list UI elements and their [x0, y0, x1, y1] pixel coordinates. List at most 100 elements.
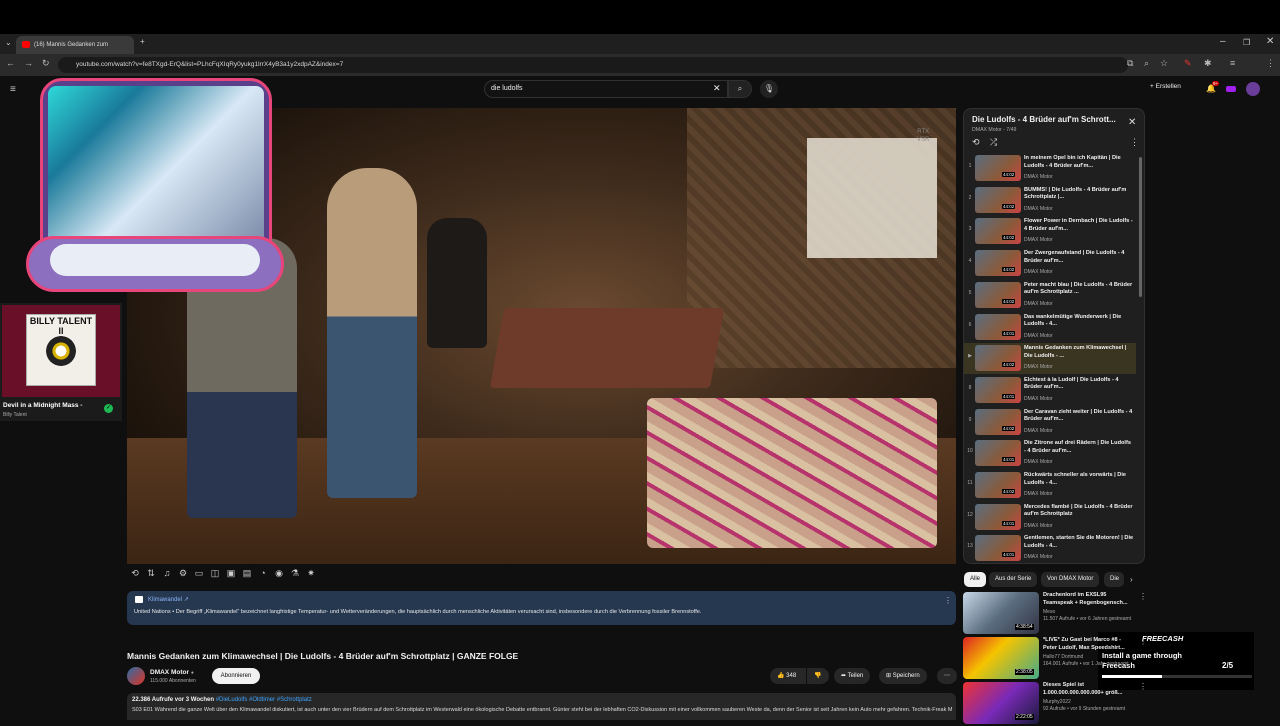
playlist-item[interactable]: 8 44:01 Elchtest à la Ludolf | Die Ludolfs… — [964, 375, 1136, 406]
settings-gear-icon[interactable]: ✷ — [303, 568, 319, 579]
playlist-item-index: 4 — [968, 258, 972, 265]
playlist-item[interactable]: 12 44:01 Mercedes flambé | Die Ludolfs - 4… — [964, 502, 1136, 533]
share-button[interactable]: ➦ Teilen — [834, 668, 871, 684]
playlist-item-title: In meinem Opel bin ich Kapitän | Die Lud… — [1024, 155, 1121, 169]
more-actions-icon[interactable]: ⋯ — [937, 668, 957, 684]
playlist-item-duration: 44:02 — [1002, 489, 1016, 494]
recommendation-meta: Murphy2022 92 Aufrufe • vor 9 Stunden ges… — [1043, 699, 1143, 712]
chip-all[interactable]: Alle — [964, 572, 987, 587]
cinema-icon[interactable]: ▭ — [191, 568, 207, 579]
info-panel-text: United Nations • Der Begriff „Klimawande… — [134, 609, 702, 615]
playlist-close-icon[interactable]: ✕ — [1128, 117, 1136, 128]
info-panel-tag-label: Klimawandel — [148, 597, 183, 603]
new-tab-icon[interactable]: + — [140, 37, 145, 46]
flask-icon[interactable]: ⚗ — [287, 568, 303, 579]
playlist-item-title: Flower Power in Dernbach | Die Ludolfs -… — [1024, 218, 1133, 232]
account-avatar[interactable] — [1246, 82, 1260, 96]
hamburger-menu-icon[interactable]: ≡ — [10, 84, 16, 95]
playlist-item[interactable]: 6 44:01 Das wankelmütige Wunderwerk | Die … — [964, 312, 1136, 343]
recommendation-title: Drachenlord im EXSL95 Teamspeak + Regenb… — [1043, 592, 1128, 606]
subscribe-button[interactable]: Abonnieren — [212, 668, 260, 684]
clear-search-icon[interactable]: ✕ — [713, 83, 721, 94]
voice-search-icon[interactable]: 🎙 — [760, 80, 778, 98]
channel-avatar[interactable] — [127, 667, 145, 685]
chip-more[interactable]: Die — [1104, 572, 1124, 587]
playlist-shuffle-icon[interactable]: ⤮ — [990, 137, 997, 148]
extensions-puzzle-icon[interactable]: ✱ — [1204, 58, 1212, 69]
recommendation-more-icon[interactable]: ⋮ — [1139, 592, 1147, 601]
extension-icon[interactable]: ✎ — [1184, 58, 1192, 69]
zoom-icon[interactable]: ⌕ — [1144, 58, 1149, 69]
playlist-item[interactable]: 13 44:01 Gentlemen, starten Sie die Motore… — [964, 533, 1136, 564]
playlist-item-thumbnail — [975, 345, 1021, 372]
bookmark-star-icon[interactable]: ☆ — [1160, 58, 1168, 69]
sidebar-icon[interactable]: ≡ — [1230, 58, 1235, 68]
hashtags[interactable]: #DieLudolfs #Oldtimer #Schrottplatz — [216, 697, 312, 703]
playlist-menu-icon[interactable]: ⋮ — [1130, 137, 1139, 148]
search-input[interactable]: die ludolfs — [484, 80, 728, 98]
external-link-icon: ↗ — [183, 597, 189, 603]
stats-icon[interactable]: ◔ — [255, 568, 271, 578]
miniplayer-icon[interactable]: ▣ — [223, 568, 239, 579]
playlist-item[interactable]: 3 44:02 Flower Power in Dernbach | Die Lud… — [964, 216, 1136, 247]
chip-series[interactable]: Aus der Serie — [989, 572, 1038, 587]
dislike-button[interactable]: 👎 — [807, 668, 829, 684]
speed-icon[interactable]: ⇅ — [143, 568, 159, 579]
back-icon[interactable]: ← — [6, 58, 15, 68]
create-button[interactable]: + Erstellen — [1150, 83, 1181, 90]
loop-icon[interactable]: ⟲ — [127, 568, 143, 579]
playlist-item-index: 12 — [967, 511, 973, 518]
playlist-item[interactable]: 4 44:02 Der Zwergenaufstand | Die Ludolfs … — [964, 248, 1136, 279]
playlist-loop-icon[interactable]: ⟲ — [972, 137, 980, 148]
premium-icon[interactable] — [1226, 86, 1236, 92]
browser-tab[interactable]: (16) Mannis Gedanken zum — [16, 36, 134, 54]
playlist-scrollbar[interactable] — [1139, 157, 1142, 297]
recommendation-item[interactable]: 2:22:05 Dieses Spiel ist 1.000.000.000.00… — [963, 682, 1147, 726]
channel-name[interactable]: DMAX Motor ● — [150, 669, 194, 676]
playlist-item-title: Elchtest à la Ludolf | Die Ludolfs - 4 B… — [1024, 376, 1119, 391]
browser-menu-icon[interactable]: ⋮ — [1266, 58, 1275, 69]
search-button[interactable]: ⌕ — [728, 80, 752, 98]
audio-icon[interactable]: ♫ — [159, 568, 175, 578]
screenshot-icon[interactable]: ▤ — [239, 568, 255, 579]
camera-icon[interactable]: ◉ — [271, 568, 287, 579]
playlist-item[interactable]: 11 44:02 Rückwärts schneller als vorwärts … — [964, 470, 1136, 501]
playlist-item-duration: 44:01 — [1002, 393, 1016, 399]
maximize-icon[interactable]: ❐ — [1243, 38, 1250, 47]
freecash-brand: FREECASH — [1142, 634, 1184, 643]
recommendation-views: 92 Aufrufe • vor 9 Stunden gestreamt — [1043, 705, 1126, 712]
playlist-item[interactable]: 9 44:02 Der Caravan zieht weiter | Die Lud… — [964, 407, 1136, 438]
save-button[interactable]: ⊞ Speichern — [879, 668, 927, 684]
playlist-item-thumbnail — [975, 472, 1021, 498]
playlist-item[interactable]: 5 44:02 Peter macht blau | Die Ludolfs - 4… — [964, 280, 1136, 311]
playlist-item-thumbnail — [975, 408, 1021, 435]
playlist-item-index: 6 — [968, 321, 972, 328]
tab-list-icon[interactable]: ⌄ — [5, 38, 12, 47]
album-title: BILLY TALENT II — [29, 316, 93, 336]
playlist-item-thumbnail — [975, 503, 1021, 530]
like-button[interactable]: 👍 348 — [770, 668, 806, 684]
recommendation-item[interactable]: 2:38:05 *LIVE* Zu Gast bei Marco #8 - Pet… — [963, 637, 1147, 681]
pip-icon[interactable]: ◫ — [207, 568, 223, 579]
recommendation-more-icon[interactable]: ⋮ — [1139, 682, 1147, 691]
chip-channel[interactable]: Von DMAX Motor — [1041, 572, 1100, 587]
filter-icon[interactable]: ⚙ — [175, 568, 191, 579]
info-panel-more-icon[interactable]: ⋮ — [944, 596, 952, 605]
playlist-item[interactable]: ▶ 44:02 Mannis Gedanken zum Klimawechsel |… — [964, 343, 1136, 375]
recommendation-more-icon[interactable]: ⋮ — [1139, 637, 1147, 646]
recommendation-item[interactable]: 4:38:54 Drachenlord im EXSL95 Teamspeak +… — [963, 592, 1147, 636]
playlist-item[interactable]: 10 44:01 Die Zitrone auf drei Rädern | Die… — [964, 438, 1136, 469]
video-frame-calendar — [807, 138, 937, 258]
save-label: Speichern — [892, 673, 920, 679]
playlist-title[interactable]: Die Ludolfs - 4 Brüder auf'm Schrott... — [972, 115, 1116, 124]
info-panel — [127, 591, 956, 625]
chips-next-icon[interactable]: › — [1130, 575, 1133, 584]
playlist-item[interactable]: 2 44:02 BUMMS! | Die Ludolfs - 4 Brüder au… — [964, 185, 1136, 216]
close-window-icon[interactable]: ✕ — [1266, 36, 1274, 47]
search-value: die ludolfs — [491, 85, 523, 92]
playlist-item[interactable]: 1 44:02 In meinem Opel bin ich Kapitän | D… — [964, 153, 1136, 184]
minimize-icon[interactable]: – — [1220, 36, 1226, 47]
install-app-icon[interactable]: ⧉ — [1127, 58, 1133, 69]
info-panel-tag[interactable]: Klimawandel ↗ — [148, 596, 189, 603]
playlist-item-duration: 44:02 — [1002, 298, 1016, 304]
